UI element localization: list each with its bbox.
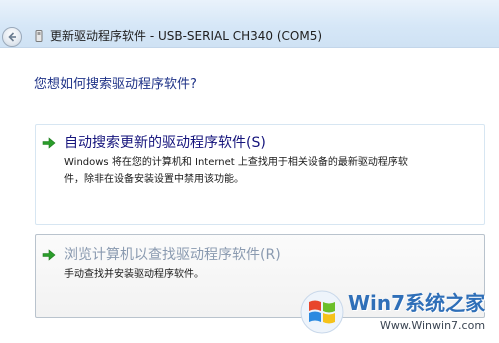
- watermark-brand: Win7系统之家: [348, 291, 486, 315]
- auto-search-title: 自动搜索更新的驱动程序软件(S): [64, 135, 266, 151]
- green-arrow-icon: [42, 137, 56, 149]
- watermark-url: Www.Winwin7.com: [380, 319, 486, 332]
- window-title: 更新驱动程序软件 - USB-SERIAL CH340 (COM5): [50, 29, 323, 43]
- auto-search-option[interactable]: 自动搜索更新的驱动程序软件(S) Windows 将在您的计算机和 Intern…: [35, 124, 485, 225]
- browse-computer-title: 浏览计算机以查找驱动程序软件(R): [64, 247, 281, 263]
- auto-search-description: Windows 将在您的计算机和 Internet 上查找用于相关设备的最新驱动…: [64, 154, 484, 188]
- back-arrow-icon: [8, 32, 16, 42]
- auto-search-description-line1: Windows 将在您的计算机和 Internet 上查找用于相关设备的最新驱动…: [64, 157, 408, 168]
- green-arrow-icon: [42, 249, 56, 261]
- browse-computer-description: 手动查找并安装驱动程序软件。: [64, 269, 204, 280]
- device-icon: [35, 30, 43, 42]
- title-bar: 更新驱动程序软件 - USB-SERIAL CH340 (COM5): [0, 0, 499, 48]
- auto-search-description-line2: 件，除非在设备安装设置中禁用该功能。: [64, 174, 244, 185]
- windows-logo-icon: [300, 290, 344, 334]
- watermark: Win7系统之家 Www.Winwin7.com: [300, 290, 499, 343]
- page-heading: 您想如何搜索驱动程序软件?: [34, 77, 197, 92]
- back-button[interactable]: [2, 27, 22, 47]
